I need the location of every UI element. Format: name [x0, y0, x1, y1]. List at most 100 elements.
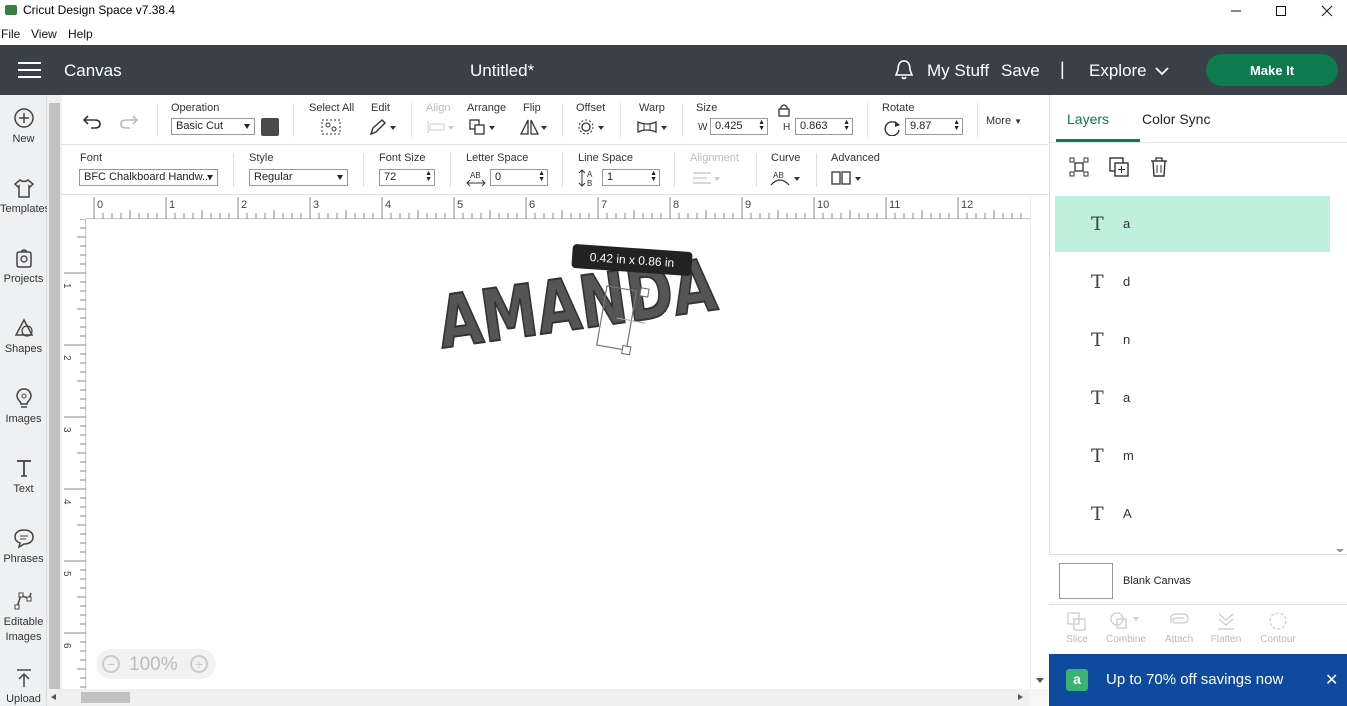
close-window-button[interactable]	[1304, 0, 1347, 22]
sidebar-scrollbar-thumb[interactable]	[49, 103, 60, 695]
sidebar-item-templates[interactable]: Templates	[0, 177, 50, 215]
duplicate-icon[interactable]	[1108, 156, 1130, 178]
ruler-label: 3	[62, 427, 72, 433]
design-canvas[interactable]: AMANDA	[87, 220, 1030, 689]
height-input[interactable]: 0.863 ▲ ▼	[795, 118, 853, 135]
offset-label: Offset	[576, 102, 606, 114]
text-toolbar: Font BFC Chalkboard Handw... Style Regul…	[62, 145, 1048, 195]
menu-view[interactable]: View	[31, 27, 57, 41]
upload-icon	[16, 669, 31, 687]
app-logo-icon	[5, 5, 17, 15]
layer-row[interactable]: T a	[1055, 196, 1330, 252]
promo-close-button[interactable]: ✕	[1325, 670, 1338, 690]
curve-icon[interactable]: AB	[769, 169, 801, 187]
edit-pen-icon[interactable]	[368, 118, 398, 136]
layer-row[interactable]: T d	[1055, 254, 1330, 310]
save-button[interactable]: Save	[1001, 61, 1040, 81]
text-icon	[16, 460, 31, 477]
window-title: Cricut Design Space v7.38.4	[23, 3, 176, 17]
undo-icon[interactable]	[82, 113, 102, 129]
document-title[interactable]: Untitled*	[470, 61, 534, 81]
width-input[interactable]: 0.425 ▲ ▼	[710, 118, 768, 135]
make-it-button[interactable]: Make It	[1206, 54, 1338, 86]
sidebar-item-projects[interactable]: Projects	[0, 247, 47, 285]
zoom-out-button[interactable]: −	[102, 655, 120, 673]
group-icon[interactable]	[1068, 156, 1090, 178]
contour-icon	[1269, 612, 1287, 630]
zoom-control: − 100% +	[96, 649, 216, 679]
line-space-value: 1	[607, 171, 614, 183]
line-space-input[interactable]: 1 ▲ ▼	[602, 169, 660, 186]
operation-select[interactable]: Basic Cut	[171, 118, 255, 135]
layer-row[interactable]: T A	[1055, 486, 1330, 542]
left-sidebar: New Templates Projects Shapes Images Tex…	[0, 95, 50, 706]
layer-row[interactable]: T a	[1055, 370, 1330, 426]
rotate-icon[interactable]	[882, 118, 902, 136]
notification-bell-icon[interactable]	[894, 59, 914, 81]
rotate-handle[interactable]	[639, 287, 650, 298]
canvas-horizontal-scrollbar[interactable]	[47, 689, 1030, 706]
ruler-label: 10	[817, 199, 829, 211]
contour-label: Contour	[1260, 634, 1296, 645]
horizontal-scrollbar-thumb[interactable]	[81, 692, 130, 703]
arrange-icon[interactable]	[468, 118, 498, 136]
blank-canvas-row[interactable]: Blank Canvas	[1049, 554, 1347, 604]
more-button[interactable]: More ▼	[986, 115, 1022, 127]
sidebar-item-text[interactable]: Text	[0, 457, 47, 495]
layers-scrollbar[interactable]	[1333, 195, 1347, 553]
flip-icon[interactable]	[519, 118, 549, 136]
delete-trash-icon[interactable]	[1148, 156, 1170, 178]
font-value: BFC Chalkboard Handw...	[84, 171, 212, 183]
sidebar-item-upload[interactable]: Upload	[0, 667, 47, 705]
promo-banner[interactable]: a Up to 70% off savings now ✕	[1049, 654, 1347, 706]
lightbulb-icon	[15, 388, 32, 408]
bag-icon	[15, 249, 32, 268]
offset-icon[interactable]	[577, 118, 607, 136]
lock-icon[interactable]	[778, 103, 790, 117]
sidebar-item-images[interactable]: Images	[0, 387, 47, 425]
sidebar-item-shapes[interactable]: Shapes	[0, 317, 47, 355]
maximize-button[interactable]	[1258, 0, 1304, 22]
tab-layers[interactable]: Layers	[1067, 111, 1109, 127]
my-stuff-button[interactable]: My Stuff	[927, 61, 989, 81]
width-value: 0.425	[715, 120, 743, 132]
minimize-icon	[1231, 10, 1241, 12]
advanced-icon[interactable]	[831, 170, 865, 186]
resize-handle[interactable]	[621, 344, 632, 356]
minimize-button[interactable]	[1213, 0, 1259, 22]
sidebar-scrollbar[interactable]	[47, 95, 62, 706]
maximize-icon	[1276, 6, 1286, 16]
menu-file[interactable]: File	[1, 27, 20, 41]
select-all-icon[interactable]	[320, 118, 342, 136]
zoom-in-button[interactable]: +	[190, 655, 208, 673]
sidebar-item-label: Text	[13, 483, 34, 495]
style-select[interactable]: Regular	[249, 169, 348, 186]
hamburger-menu-icon[interactable]	[18, 62, 41, 78]
operation-color-swatch[interactable]	[261, 118, 279, 136]
warp-icon[interactable]	[636, 118, 670, 136]
layer-row[interactable]: T n	[1055, 312, 1330, 368]
letter-space-input[interactable]: 0 ▲ ▼	[490, 169, 548, 186]
rotate-input[interactable]: 9.87 ▲ ▼	[905, 118, 963, 135]
sidebar-item-phrases[interactable]: Phrases	[0, 527, 47, 565]
promo-text[interactable]: Up to 70% off savings now	[1106, 671, 1283, 688]
sidebar-item-editable-images[interactable]: Editable Images	[0, 589, 47, 645]
tab-color-sync[interactable]: Color Sync	[1142, 111, 1210, 127]
section-title: Canvas	[64, 61, 122, 80]
canvas-swatch[interactable]	[1059, 563, 1113, 599]
layer-row[interactable]: T m	[1055, 428, 1330, 484]
flatten-button: Flatten	[1201, 611, 1251, 645]
chevron-down-icon[interactable]	[1155, 67, 1169, 76]
font-select[interactable]: BFC Chalkboard Handw...	[79, 169, 218, 186]
explore-button[interactable]: Explore	[1089, 61, 1147, 81]
combine-button: Combine	[1101, 611, 1151, 645]
font-size-input[interactable]: 72 ▲ ▼	[379, 169, 435, 186]
sidebar-item-new[interactable]: New	[0, 107, 47, 145]
letter-space-label: Letter Space	[466, 152, 529, 164]
menu-help[interactable]: Help	[68, 27, 93, 41]
canvas-vertical-scrollbar[interactable]	[1030, 195, 1048, 689]
attach-label: Attach	[1164, 634, 1194, 645]
text-layer-icon: T	[1091, 271, 1104, 293]
left-ruler-ticks: 1234567	[62, 219, 86, 688]
redo-icon[interactable]	[119, 113, 139, 129]
